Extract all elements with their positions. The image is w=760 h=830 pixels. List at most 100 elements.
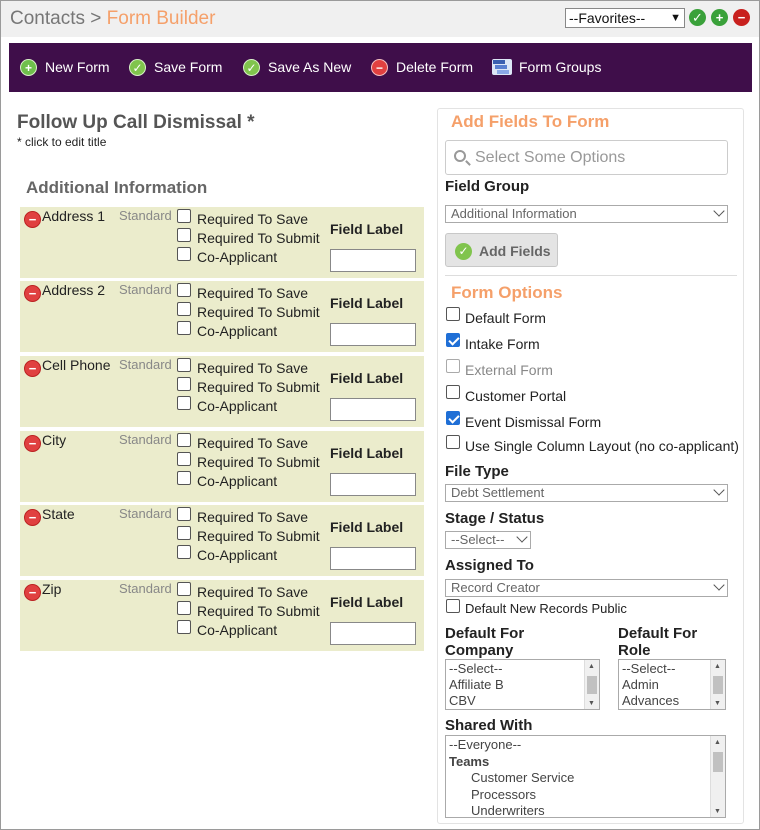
form-option-checkbox[interactable] [446, 307, 460, 321]
required-to-submit-label: Required To Submit [197, 379, 320, 395]
list-item[interactable]: Advances [622, 693, 679, 708]
scrollbar[interactable]: ▲ ▼ [584, 660, 599, 709]
favorite-confirm-icon[interactable]: ✓ [689, 9, 706, 26]
field-search-input[interactable]: Select Some Options [445, 140, 728, 175]
remove-field-icon[interactable]: − [24, 285, 41, 302]
breadcrumb-separator: > [90, 8, 102, 29]
form-option-checkbox[interactable] [446, 411, 460, 425]
remove-field-icon[interactable]: − [24, 509, 41, 526]
default-role-listbox[interactable]: --Select-- Admin Advances ▲ ▼ [618, 659, 726, 710]
scroll-up-icon[interactable]: ▲ [714, 739, 721, 746]
required-to-submit-label: Required To Submit [197, 304, 320, 320]
list-item[interactable]: Teams [449, 754, 489, 769]
scroll-up-icon[interactable]: ▲ [588, 663, 595, 670]
required-to-submit-checkbox[interactable] [177, 526, 191, 540]
list-item[interactable]: --Select-- [449, 661, 502, 676]
new-form-label: New Form [45, 59, 110, 75]
field-label-input[interactable] [330, 547, 416, 570]
field-label-caption: Field Label [330, 221, 404, 237]
form-title[interactable]: Follow Up Call Dismissal * [17, 112, 255, 134]
favorite-add-icon[interactable]: + [711, 9, 728, 26]
minus-icon: − [371, 59, 388, 76]
list-item[interactable]: CBV [449, 693, 476, 708]
required-to-save-checkbox[interactable] [177, 209, 191, 223]
default-public-checkbox[interactable] [446, 599, 460, 613]
required-to-save-label: Required To Save [197, 211, 309, 227]
list-item[interactable]: Underwriters [471, 803, 545, 817]
required-to-save-checkbox[interactable] [177, 358, 191, 372]
stage-status-select[interactable]: --Select-- [445, 531, 531, 549]
field-group-select[interactable]: Additional Information [445, 205, 728, 223]
remove-field-icon[interactable]: − [24, 435, 41, 452]
required-to-save-label: Required To Save [197, 285, 309, 301]
assigned-to-select[interactable]: Record Creator [445, 579, 728, 597]
form-option-checkbox[interactable] [446, 435, 460, 449]
form-groups-icon [492, 59, 512, 75]
list-item[interactable]: Admin [622, 677, 659, 692]
favorites-select[interactable]: --Favorites-- ▼ [565, 8, 685, 28]
search-icon [454, 150, 466, 162]
file-type-select[interactable]: Debt Settlement [445, 484, 728, 502]
add-fields-button[interactable]: ✓ Add Fields [445, 233, 558, 267]
add-fields-label: Add Fields [479, 243, 551, 259]
scroll-down-icon[interactable]: ▼ [714, 700, 721, 707]
scrollbar-thumb[interactable] [713, 676, 723, 694]
breadcrumb-parent[interactable]: Contacts [10, 8, 85, 29]
check-icon: ✓ [243, 59, 260, 76]
list-item[interactable]: --Everyone-- [449, 737, 521, 752]
field-type: Standard [119, 432, 172, 447]
co-applicant-checkbox[interactable] [177, 471, 191, 485]
remove-field-icon[interactable]: − [24, 211, 41, 228]
field-label-input[interactable] [330, 398, 416, 421]
required-to-submit-label: Required To Submit [197, 454, 320, 470]
field-name: Address 1 [42, 208, 106, 224]
co-applicant-label: Co-Applicant [197, 622, 278, 638]
scrollbar[interactable]: ▲ ▼ [710, 736, 725, 817]
favorite-remove-icon[interactable]: − [733, 9, 750, 26]
field-label-input[interactable] [330, 622, 416, 645]
scroll-down-icon[interactable]: ▼ [588, 700, 595, 707]
form-option-checkbox[interactable] [446, 333, 460, 347]
scroll-down-icon[interactable]: ▼ [714, 808, 721, 815]
scrollbar-thumb[interactable] [713, 752, 723, 772]
co-applicant-checkbox[interactable] [177, 247, 191, 261]
required-to-submit-checkbox[interactable] [177, 601, 191, 615]
field-type: Standard [119, 357, 172, 372]
required-to-save-checkbox[interactable] [177, 507, 191, 521]
field-group-label: Field Group [445, 178, 530, 195]
co-applicant-checkbox[interactable] [177, 321, 191, 335]
remove-field-icon[interactable]: − [24, 360, 41, 377]
required-to-submit-checkbox[interactable] [177, 302, 191, 316]
field-row: − Zip Standard Required To Save Required To … [20, 580, 424, 651]
required-to-submit-checkbox[interactable] [177, 228, 191, 242]
form-option-checkbox[interactable] [446, 359, 460, 373]
default-company-label-line2: Company [445, 642, 514, 659]
required-to-submit-checkbox[interactable] [177, 452, 191, 466]
field-name: Cell Phone [42, 357, 111, 373]
scrollbar-thumb[interactable] [587, 676, 597, 694]
scroll-up-icon[interactable]: ▲ [714, 663, 721, 670]
co-applicant-checkbox[interactable] [177, 620, 191, 634]
shared-with-listbox[interactable]: --Everyone-- Teams Customer Service Process… [445, 735, 726, 818]
required-to-save-checkbox[interactable] [177, 582, 191, 596]
list-item[interactable]: Customer Service [471, 770, 574, 785]
required-to-save-checkbox[interactable] [177, 283, 191, 297]
field-label-input[interactable] [330, 473, 416, 496]
co-applicant-checkbox[interactable] [177, 545, 191, 559]
list-item[interactable]: Affiliate B [449, 677, 504, 692]
list-item[interactable]: Processors [471, 787, 536, 802]
field-label-input[interactable] [330, 323, 416, 346]
form-option-label: Default Form [465, 310, 546, 326]
required-to-submit-checkbox[interactable] [177, 377, 191, 391]
default-company-listbox[interactable]: --Select-- Affiliate B CBV ▲ ▼ [445, 659, 600, 710]
field-label-input[interactable] [330, 249, 416, 272]
save-as-new-label: Save As New [268, 59, 352, 75]
required-to-save-checkbox[interactable] [177, 433, 191, 447]
required-to-submit-label: Required To Submit [197, 603, 320, 619]
co-applicant-checkbox[interactable] [177, 396, 191, 410]
scrollbar[interactable]: ▲ ▼ [710, 660, 725, 709]
list-item[interactable]: --Select-- [622, 661, 675, 676]
form-option-checkbox[interactable] [446, 385, 460, 399]
required-to-save-label: Required To Save [197, 435, 309, 451]
remove-field-icon[interactable]: − [24, 584, 41, 601]
